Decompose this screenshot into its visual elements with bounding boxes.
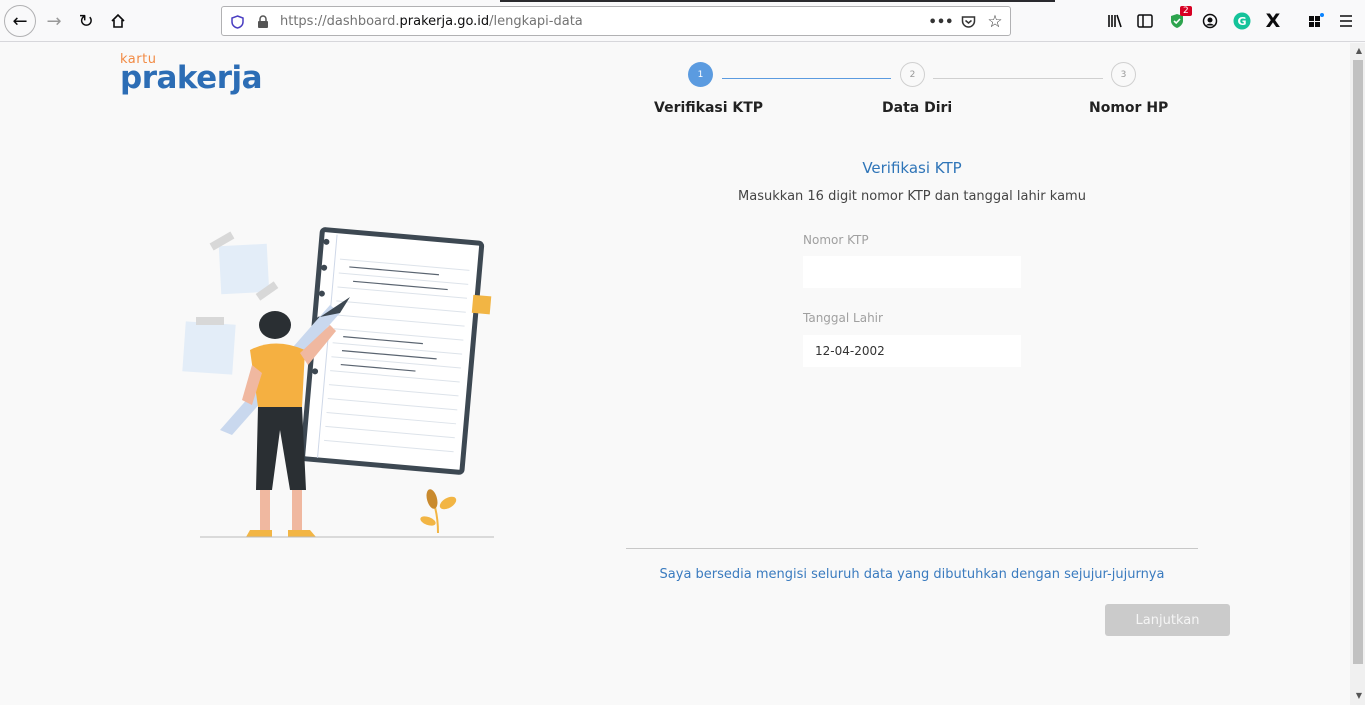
back-arrow-icon[interactable]: ← bbox=[4, 5, 36, 37]
scrollbar-thumb[interactable] bbox=[1353, 60, 1363, 664]
ktp-input[interactable] bbox=[803, 256, 1021, 288]
scroll-down-arrow-icon[interactable]: ▼ bbox=[1356, 691, 1362, 700]
step-2-label: Data Diri bbox=[882, 100, 953, 116]
pocket-icon[interactable] bbox=[959, 13, 977, 31]
ktp-label: Nomor KTP bbox=[803, 233, 869, 247]
vertical-scrollbar[interactable]: ▲ ▼ bbox=[1350, 43, 1365, 705]
grammarly-icon[interactable]: G bbox=[1228, 7, 1256, 35]
page-actions-icon[interactable]: ••• bbox=[929, 13, 954, 31]
step-connector-1 bbox=[722, 78, 891, 79]
step-1-label: Verifikasi KTP bbox=[654, 100, 764, 116]
step-3-indicator: 3 bbox=[1111, 62, 1136, 87]
prakerja-logo[interactable]: kartu prakerja bbox=[120, 52, 263, 96]
tracking-shield-icon[interactable] bbox=[228, 13, 246, 31]
lock-icon[interactable] bbox=[254, 13, 272, 31]
forward-arrow-icon[interactable]: → bbox=[40, 7, 68, 35]
reload-icon[interactable]: ↻ bbox=[72, 7, 100, 35]
step-connector-2 bbox=[933, 78, 1103, 79]
sidebar-icon[interactable] bbox=[1131, 7, 1159, 35]
home-icon[interactable] bbox=[104, 7, 132, 35]
tab-strip-edge bbox=[500, 0, 1055, 2]
x-extension-icon[interactable]: X bbox=[1259, 7, 1287, 35]
url-text[interactable]: https://dashboard.prakerja.go.id/lengkap… bbox=[280, 14, 583, 29]
form-subtitle: Masukkan 16 digit nomor KTP dan tanggal … bbox=[738, 189, 1086, 204]
continue-button[interactable]: Lanjutkan bbox=[1105, 604, 1230, 636]
form-title: Verifikasi KTP bbox=[862, 159, 962, 177]
step-1-indicator: 1 bbox=[688, 62, 713, 87]
extension-badge: 2 bbox=[1180, 6, 1192, 16]
dob-label: Tanggal Lahir bbox=[803, 311, 883, 325]
consent-statement: Saya bersedia mengisi seluruh data yang … bbox=[659, 567, 1165, 582]
bookmark-star-icon[interactable]: ☆ bbox=[986, 12, 1004, 32]
scroll-up-arrow-icon[interactable]: ▲ bbox=[1356, 46, 1362, 55]
step-3-label: Nomor HP bbox=[1089, 100, 1169, 116]
svg-text:G: G bbox=[1237, 15, 1246, 28]
extensions-grid-icon[interactable] bbox=[1302, 7, 1330, 35]
form-divider bbox=[626, 548, 1198, 549]
logo-prakerja-text: prakerja bbox=[120, 60, 263, 96]
account-icon[interactable] bbox=[1196, 7, 1224, 35]
url-bar[interactable]: https://dashboard.prakerja.go.id/lengkap… bbox=[221, 6, 1011, 36]
woman-writing-notebook-illustration bbox=[182, 227, 494, 538]
browser-toolbar: ← → ↻ https://dashboard.prakerja.go.id/l… bbox=[0, 0, 1365, 42]
step-2-indicator: 2 bbox=[900, 62, 925, 87]
library-icon[interactable] bbox=[1101, 7, 1129, 35]
dob-input[interactable] bbox=[803, 335, 1021, 367]
hamburger-menu-icon[interactable] bbox=[1332, 7, 1360, 35]
